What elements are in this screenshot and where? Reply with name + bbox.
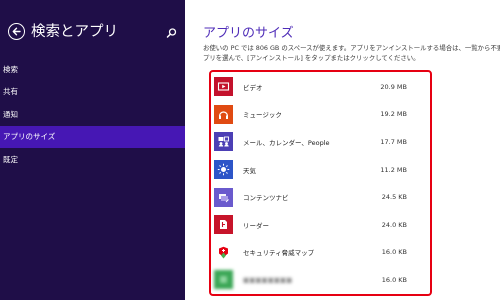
app-size: 20.9 MB [380,82,407,91]
list-item-music[interactable]: ミュージック 19.2 MB [209,101,412,129]
main-panel: アプリのサイズ お使いの PC では 806 GB のスペースが使えます。アプリ… [185,0,500,300]
video-icon [214,77,233,97]
sidebar-header: 検索とアプリ [8,22,178,42]
search-button[interactable] [165,25,178,38]
list-item-content-navi[interactable]: コンテンツナビ 24.5 KB [209,183,412,211]
list-item-mail-calendar-people[interactable]: メール、カレンダー、People 17.7 MB [209,128,412,156]
sidebar-item-label: 共有 [3,87,18,97]
sidebar-nav: 検索 共有 通知 アプリのサイズ 既定 [0,58,185,171]
search-icon [166,28,177,38]
sidebar-item-label: 検索 [3,64,18,74]
mail-calendar-people-icon [214,132,233,152]
page-description: お使いの PC では 806 GB のスペースが使えます。アプリをアンインストー… [203,44,500,63]
app-icon [214,270,233,290]
app-size: 19.2 MB [380,110,407,119]
app-list: ビデオ 20.9 MB ミュージック 19.2 MB メール、カレンダー、Peo… [209,73,412,294]
list-item-video[interactable]: ビデオ 20.9 MB [209,73,412,101]
sidebar: 検索とアプリ 検索 共有 通知 アプリのサイズ 既定 [0,0,185,300]
list-item-weather[interactable]: 天気 11.2 MB [209,156,412,184]
sidebar-title: 検索とアプリ [31,24,118,40]
music-icon [214,104,233,124]
sidebar-item-search[interactable]: 検索 [0,58,185,81]
app-size: 16.0 KB [381,248,407,257]
content-navi-icon [214,187,233,207]
list-item-reader[interactable]: リーダー 24.0 KB [209,211,412,239]
page-title: アプリのサイズ [203,26,294,41]
list-item-blurred-app[interactable]: ■■■■■■■■ 16.0 KB [209,266,412,294]
app-size: 16.0 KB [381,275,407,284]
sidebar-item-label: 既定 [3,154,18,164]
back-button[interactable] [8,23,25,40]
app-size: 24.5 KB [381,193,407,202]
app-size: 24.0 KB [381,220,407,229]
app-size: 11.2 MB [380,165,407,174]
sidebar-item-app-sizes[interactable]: アプリのサイズ [0,125,185,148]
description-line: お使いの PC では 806 GB のスペースが使えます。アプリをアンインストー… [203,44,500,52]
list-item-security-map[interactable]: セキュリティ脅威マップ 16.0 KB [209,239,412,267]
reader-icon [214,215,233,235]
weather-icon [214,160,233,180]
sidebar-item-defaults[interactable]: 既定 [0,148,185,171]
description-line: プリを選んで、[アンインストール] をタップまたはクリックしてください。 [203,53,420,62]
back-arrow-icon [12,27,21,36]
app-size: 17.7 MB [380,137,407,146]
security-map-icon [214,242,233,262]
sidebar-item-notifications[interactable]: 通知 [0,103,185,126]
sidebar-item-share[interactable]: 共有 [0,81,185,104]
sidebar-item-label: 通知 [3,109,18,119]
sidebar-item-label: アプリのサイズ [3,132,56,142]
